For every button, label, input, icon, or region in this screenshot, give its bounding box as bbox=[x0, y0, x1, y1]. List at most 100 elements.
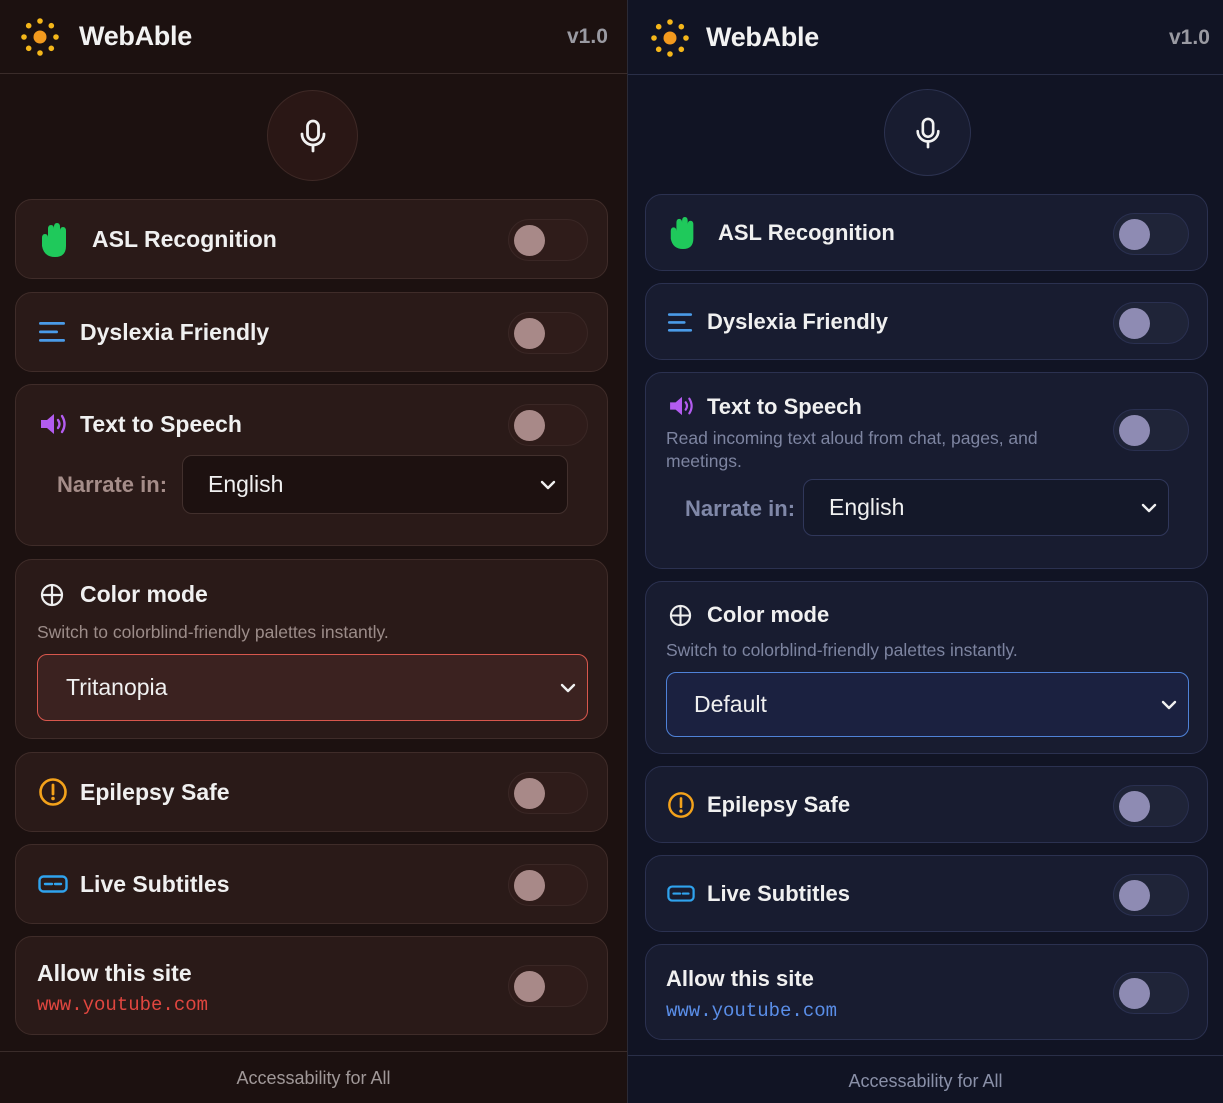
dyslexia-card: Dyslexia Friendly bbox=[645, 283, 1208, 360]
tts-card: Text to Speech Read incoming text aloud … bbox=[645, 372, 1208, 569]
toggle-knob bbox=[1119, 880, 1150, 911]
selected-language: English bbox=[208, 471, 284, 497]
epilepsy-toggle[interactable] bbox=[1113, 785, 1189, 827]
color-mode-label: Color mode bbox=[80, 581, 208, 607]
hand-icon bbox=[42, 223, 66, 257]
sun-logo-icon bbox=[21, 18, 59, 56]
color-mode-card: Color mode Switch to colorblind-friendly… bbox=[645, 581, 1208, 754]
header: WebAble v1.0 bbox=[628, 0, 1223, 75]
subtitles-icon bbox=[667, 885, 695, 902]
extension-panel-tritanopia: WebAble v1.0 ASL Recognition Dyslexia Fr… bbox=[0, 0, 628, 1103]
epilepsy-label: Epilepsy Safe bbox=[707, 792, 851, 817]
allow-site-label: Allow this site bbox=[37, 960, 192, 986]
narration-language-select[interactable]: English bbox=[803, 479, 1169, 536]
allow-site-toggle[interactable] bbox=[508, 965, 588, 1007]
subtitles-label: Live Subtitles bbox=[80, 871, 230, 897]
allow-site-card: Allow this site www.youtube.com bbox=[645, 944, 1208, 1040]
speaker-icon bbox=[41, 414, 66, 434]
extension-panel-default: WebAble v1.0 ASL Recognition Dyslexia Fr… bbox=[628, 0, 1223, 1103]
globe-icon bbox=[40, 583, 64, 607]
dyslexia-label: Dyslexia Friendly bbox=[707, 309, 888, 334]
asl-label: ASL Recognition bbox=[718, 220, 895, 245]
narrate-label: Narrate in: bbox=[57, 472, 168, 497]
microphone-icon bbox=[915, 117, 940, 148]
allow-site-toggle[interactable] bbox=[1113, 972, 1189, 1014]
hand-icon bbox=[670, 217, 694, 249]
epilepsy-label: Epilepsy Safe bbox=[80, 779, 230, 805]
asl-card: ASL Recognition bbox=[15, 199, 608, 279]
subtitles-icon bbox=[38, 875, 68, 893]
speaker-icon bbox=[670, 396, 693, 416]
asl-toggle[interactable] bbox=[508, 219, 588, 261]
subtitles-label: Live Subtitles bbox=[707, 881, 851, 906]
subtitles-card: Live Subtitles bbox=[15, 844, 608, 924]
subtitles-toggle[interactable] bbox=[1113, 874, 1189, 916]
selected-language: English bbox=[829, 494, 905, 520]
app-title: WebAble bbox=[706, 22, 819, 52]
epilepsy-card: Epilepsy Safe bbox=[645, 766, 1208, 843]
sun-logo-icon bbox=[651, 19, 689, 57]
alert-circle-icon bbox=[668, 792, 694, 818]
allow-site-card: Allow this site www.youtube.com bbox=[15, 936, 608, 1035]
dyslexia-label: Dyslexia Friendly bbox=[80, 319, 270, 345]
toggle-knob bbox=[514, 410, 545, 441]
version-label: v1.0 bbox=[1169, 26, 1210, 49]
color-mode-description: Switch to colorblind-friendly palettes i… bbox=[666, 640, 1018, 660]
footer-text: Accessability for All bbox=[848, 1071, 1003, 1091]
chevron-down-icon bbox=[1161, 700, 1177, 709]
tts-toggle[interactable] bbox=[1113, 409, 1189, 451]
color-mode-select[interactable]: Tritanopia bbox=[37, 654, 588, 721]
allow-site-label: Allow this site bbox=[666, 966, 814, 991]
asl-toggle[interactable] bbox=[1113, 213, 1189, 255]
site-domain: www.youtube.com bbox=[37, 994, 209, 1016]
tts-toggle[interactable] bbox=[508, 404, 588, 446]
asl-card: ASL Recognition bbox=[645, 194, 1208, 271]
microphone-button[interactable] bbox=[884, 89, 971, 176]
subtitles-toggle[interactable] bbox=[508, 864, 588, 906]
dyslexia-card: Dyslexia Friendly bbox=[15, 292, 608, 372]
header: WebAble v1.0 bbox=[0, 0, 627, 74]
lines-icon bbox=[667, 313, 693, 332]
dyslexia-toggle[interactable] bbox=[1113, 302, 1189, 344]
toggle-knob bbox=[514, 778, 545, 809]
chevron-down-icon bbox=[560, 683, 576, 692]
toggle-knob bbox=[1119, 219, 1150, 250]
narrate-label: Narrate in: bbox=[685, 496, 796, 521]
selected-color-mode: Default bbox=[694, 691, 767, 717]
selected-color-mode: Tritanopia bbox=[66, 674, 168, 700]
toggle-knob bbox=[1119, 308, 1150, 339]
toggle-knob bbox=[1119, 791, 1150, 822]
lines-icon bbox=[39, 322, 65, 342]
microphone-button[interactable] bbox=[267, 90, 358, 181]
alert-circle-icon bbox=[39, 778, 67, 806]
app-title: WebAble bbox=[79, 21, 192, 51]
epilepsy-card: Epilepsy Safe bbox=[15, 752, 608, 832]
version-label: v1.0 bbox=[567, 25, 608, 48]
asl-label: ASL Recognition bbox=[92, 226, 277, 252]
toggle-knob bbox=[514, 870, 545, 901]
color-mode-card: Color mode Switch to colorblind-friendly… bbox=[15, 559, 608, 739]
toggle-knob bbox=[514, 971, 545, 1002]
color-mode-label: Color mode bbox=[707, 602, 830, 627]
toggle-knob bbox=[514, 318, 545, 349]
tts-label: Text to Speech bbox=[80, 411, 242, 437]
subtitles-card: Live Subtitles bbox=[645, 855, 1208, 932]
footer: Accessability for All bbox=[0, 1051, 627, 1103]
site-domain: www.youtube.com bbox=[666, 1000, 838, 1022]
tts-label: Text to Speech bbox=[707, 394, 862, 419]
narration-language-select[interactable]: English bbox=[182, 455, 568, 514]
color-mode-description: Switch to colorblind-friendly palettes i… bbox=[37, 622, 389, 642]
chevron-down-icon bbox=[540, 480, 556, 489]
tts-description: Read incoming text aloud from chat, page… bbox=[666, 428, 1038, 471]
toggle-knob bbox=[1119, 415, 1150, 446]
epilepsy-toggle[interactable] bbox=[508, 772, 588, 814]
color-mode-select[interactable]: Default bbox=[666, 672, 1189, 737]
toggle-knob bbox=[514, 225, 545, 256]
footer-text: Accessability for All bbox=[236, 1068, 391, 1088]
footer: Accessability for All bbox=[628, 1055, 1223, 1103]
dyslexia-toggle[interactable] bbox=[508, 312, 588, 354]
globe-icon bbox=[669, 604, 692, 627]
microphone-icon bbox=[300, 119, 325, 152]
chevron-down-icon bbox=[1141, 503, 1157, 512]
tts-card: Text to Speech Narrate in: English bbox=[15, 384, 608, 546]
